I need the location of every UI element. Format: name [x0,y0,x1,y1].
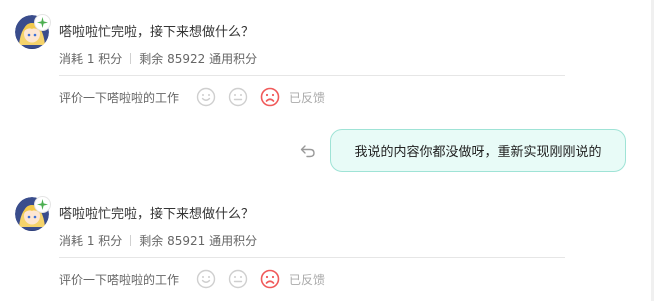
feedback-row: 评价一下嗒啦啦的工作 已反馈 [59,86,325,108]
sparkle-badge-icon [35,197,50,212]
user-message-bubble: 我说的内容你都没做呀，重新实现刚刚说的 [330,129,626,172]
feedback-row: 评价一下嗒啦啦的工作 已反馈 [59,268,325,290]
meta-separator [130,52,132,64]
happy-face-icon[interactable] [196,269,216,289]
user-message-text: 我说的内容你都没做呀，重新实现刚刚说的 [354,145,602,160]
credit-remaining: 剩余 85921 通用积分 [139,233,258,248]
divider [59,257,565,258]
feedback-label: 评价一下嗒啦啦的工作 [59,90,180,105]
feedback-label: 评价一下嗒啦啦的工作 [59,272,180,287]
neutral-face-icon[interactable] [228,87,248,107]
user-message: 我说的内容你都没做呀，重新实现刚刚说的 [0,129,654,173]
credit-usage: 消耗 1 积分 剩余 85921 通用积分 [59,232,257,248]
neutral-face-icon[interactable] [228,269,248,289]
credit-cost: 消耗 1 积分 [59,51,123,66]
happy-face-icon[interactable] [196,87,216,107]
assistant-message-text: 嗒啦啦忙完啦，接下来想做什么？ [59,25,255,40]
assistant-message-text: 嗒啦啦忙完啦，接下来想做什么？ [59,207,255,222]
sparkle-badge-icon [35,15,50,30]
credit-remaining: 剩余 85922 通用积分 [139,51,258,66]
sad-face-icon[interactable] [260,87,280,107]
feedback-status: 已反馈 [289,90,326,105]
feedback-status: 已反馈 [289,272,326,287]
divider [59,75,565,76]
credit-usage: 消耗 1 积分 剩余 85922 通用积分 [59,50,257,66]
sad-face-icon[interactable] [260,269,280,289]
meta-separator [130,234,132,246]
retry-icon[interactable] [298,141,318,161]
credit-cost: 消耗 1 积分 [59,233,123,248]
